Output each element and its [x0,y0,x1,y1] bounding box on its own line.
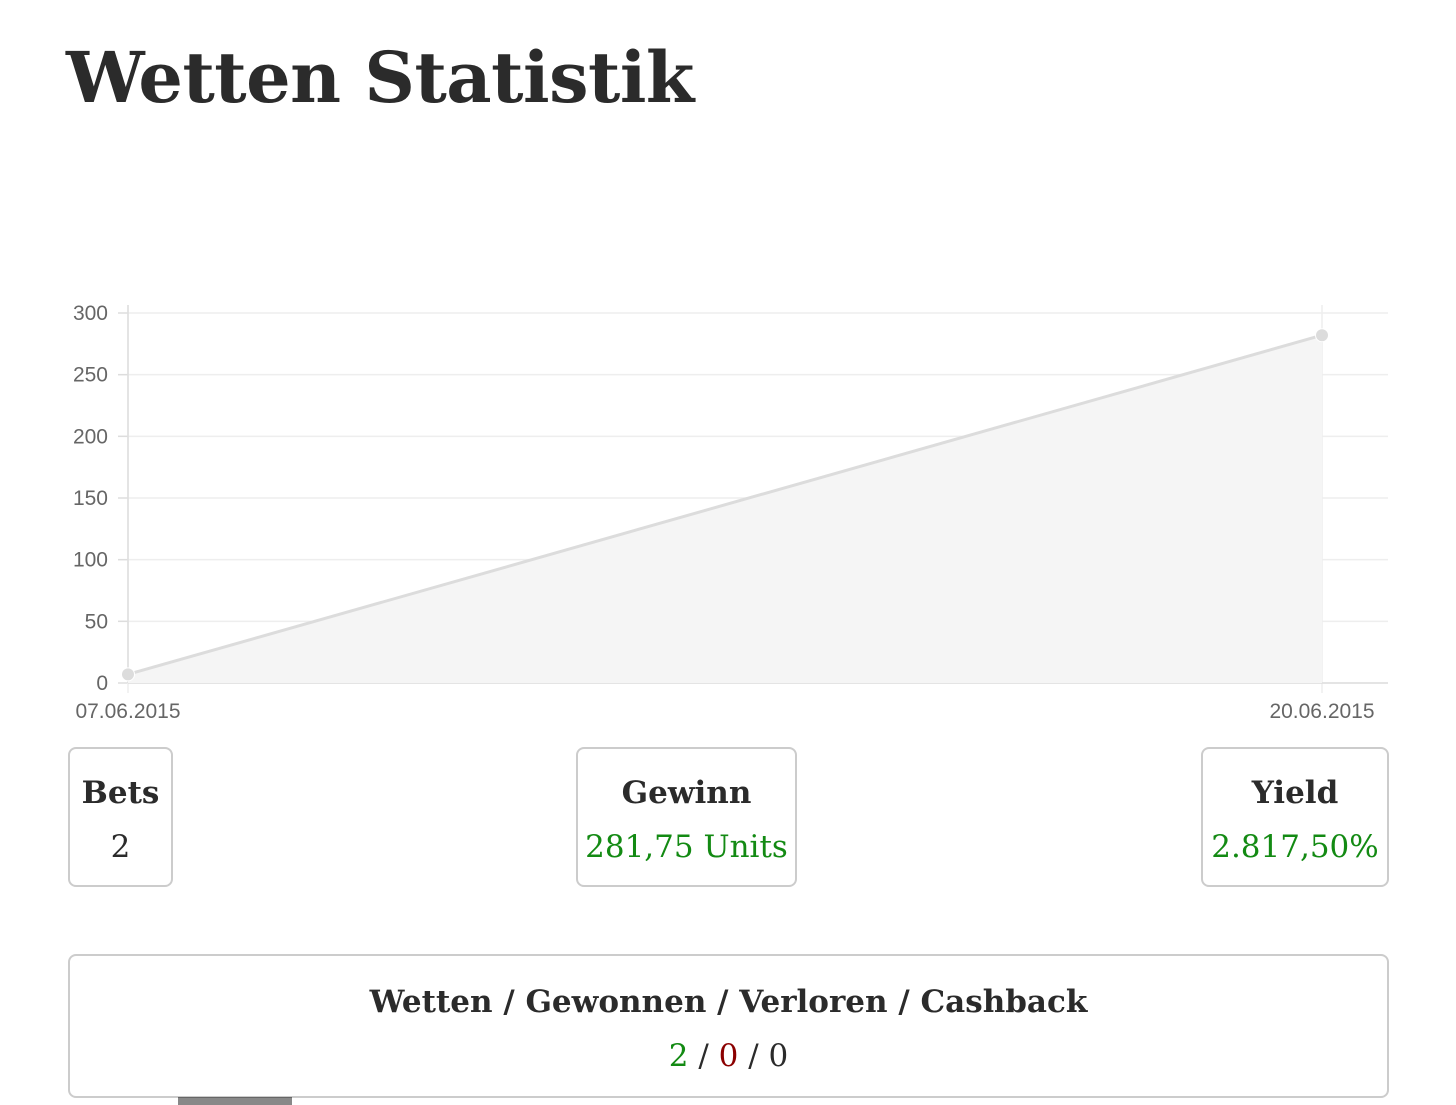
y-tick-label: 150 [73,487,108,510]
yield-label: Yield [1251,775,1339,811]
y-tick-label: 0 [96,672,108,695]
summary-verloren-count: 0 [768,1038,789,1074]
y-tick-label: 50 [85,610,108,633]
summary-label: Wetten / Gewonnen / Verloren / Cashback [369,984,1088,1020]
y-tick-label: 300 [73,302,108,325]
gewinn-value: 281,75 Units [585,829,788,865]
yield-value: 2.817,50% [1211,829,1379,865]
yield-stat-box: Yield 2.817,50% [1201,747,1389,887]
summary-box: Wetten / Gewonnen / Verloren / Cashback … [68,954,1389,1098]
summary-separator: / [698,1038,709,1074]
bets-stat-box: Bets 2 [68,747,173,887]
y-tick-label: 250 [73,364,108,387]
summary-wetten-count: 2 [668,1038,689,1074]
gewinn-stat-box: Gewinn 281,75 Units [576,747,797,887]
profit-chart-svg: 0 50 100 150 200 250 300 07.06.2015 20.06.2015 [73,302,1388,723]
data-point [121,667,135,682]
x-tick-label: 20.06.2015 [1269,700,1374,723]
bets-label: Bets [81,775,160,811]
y-tick-label: 200 [73,425,108,448]
page-title: Wetten Statistik [66,36,694,119]
summary-gewonnen-count: 0 [718,1038,739,1074]
profit-chart: 0 50 100 150 200 250 300 07.06.2015 20.06.2015 [0,290,1456,730]
bets-value: 2 [110,829,131,865]
summary-separator: / [748,1038,759,1074]
y-tick-label: 100 [73,549,108,572]
data-point [1315,328,1329,343]
gewinn-label: Gewinn [621,775,752,811]
summary-values: 2 / 0 / 0 [70,1036,1387,1076]
x-tick-label: 07.06.2015 [75,700,180,723]
